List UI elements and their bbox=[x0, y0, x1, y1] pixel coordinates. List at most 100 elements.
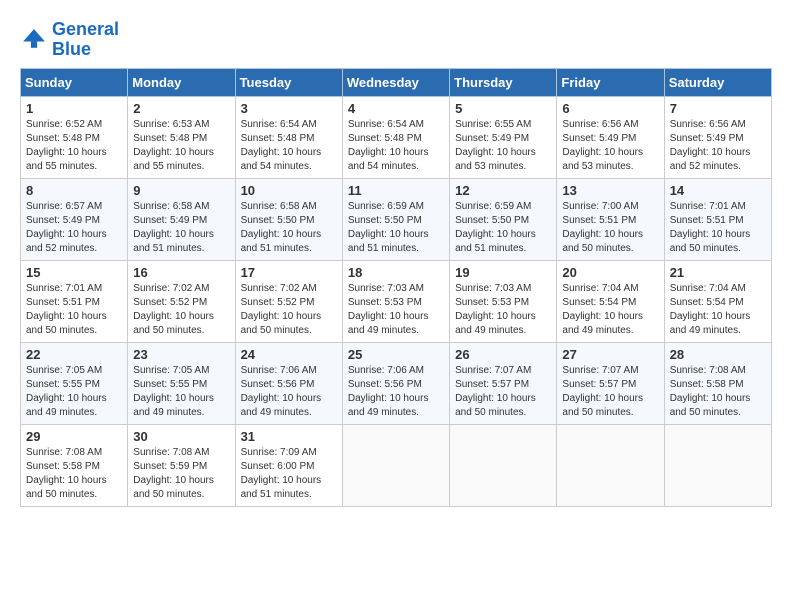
calendar-day-cell: 28 Sunrise: 7:08 AM Sunset: 5:58 PM Dayl… bbox=[664, 342, 771, 424]
logo-icon bbox=[20, 26, 48, 54]
day-number: 10 bbox=[241, 183, 337, 198]
day-number: 6 bbox=[562, 101, 658, 116]
calendar-day-cell: 2 Sunrise: 6:53 AM Sunset: 5:48 PM Dayli… bbox=[128, 96, 235, 178]
calendar-day-cell: 17 Sunrise: 7:02 AM Sunset: 5:52 PM Dayl… bbox=[235, 260, 342, 342]
calendar-day-cell: 3 Sunrise: 6:54 AM Sunset: 5:48 PM Dayli… bbox=[235, 96, 342, 178]
day-info: Sunrise: 6:57 AM Sunset: 5:49 PM Dayligh… bbox=[26, 200, 122, 256]
day-info: Sunrise: 7:02 AM Sunset: 5:52 PM Dayligh… bbox=[133, 282, 229, 338]
day-info: Sunrise: 7:06 AM Sunset: 5:56 PM Dayligh… bbox=[348, 364, 444, 420]
calendar-day-cell bbox=[557, 424, 664, 506]
page-header: General Blue bbox=[20, 20, 772, 60]
day-info: Sunrise: 7:07 AM Sunset: 5:57 PM Dayligh… bbox=[562, 364, 658, 420]
day-info: Sunrise: 7:08 AM Sunset: 5:59 PM Dayligh… bbox=[133, 446, 229, 502]
day-info: Sunrise: 7:08 AM Sunset: 5:58 PM Dayligh… bbox=[670, 364, 766, 420]
calendar-day-cell: 8 Sunrise: 6:57 AM Sunset: 5:49 PM Dayli… bbox=[21, 178, 128, 260]
weekday-header: Monday bbox=[128, 68, 235, 96]
calendar-day-cell: 4 Sunrise: 6:54 AM Sunset: 5:48 PM Dayli… bbox=[342, 96, 449, 178]
calendar-day-cell: 23 Sunrise: 7:05 AM Sunset: 5:55 PM Dayl… bbox=[128, 342, 235, 424]
day-number: 15 bbox=[26, 265, 122, 280]
day-number: 20 bbox=[562, 265, 658, 280]
calendar-day-cell: 26 Sunrise: 7:07 AM Sunset: 5:57 PM Dayl… bbox=[450, 342, 557, 424]
day-number: 7 bbox=[670, 101, 766, 116]
weekday-header-row: SundayMondayTuesdayWednesdayThursdayFrid… bbox=[21, 68, 772, 96]
day-number: 27 bbox=[562, 347, 658, 362]
day-info: Sunrise: 6:55 AM Sunset: 5:49 PM Dayligh… bbox=[455, 118, 551, 174]
day-number: 25 bbox=[348, 347, 444, 362]
weekday-header: Saturday bbox=[664, 68, 771, 96]
calendar-day-cell: 21 Sunrise: 7:04 AM Sunset: 5:54 PM Dayl… bbox=[664, 260, 771, 342]
calendar-week-row: 29 Sunrise: 7:08 AM Sunset: 5:58 PM Dayl… bbox=[21, 424, 772, 506]
calendar-week-row: 8 Sunrise: 6:57 AM Sunset: 5:49 PM Dayli… bbox=[21, 178, 772, 260]
day-number: 4 bbox=[348, 101, 444, 116]
calendar-day-cell: 15 Sunrise: 7:01 AM Sunset: 5:51 PM Dayl… bbox=[21, 260, 128, 342]
calendar-table: SundayMondayTuesdayWednesdayThursdayFrid… bbox=[20, 68, 772, 507]
calendar-day-cell: 31 Sunrise: 7:09 AM Sunset: 6:00 PM Dayl… bbox=[235, 424, 342, 506]
day-number: 11 bbox=[348, 183, 444, 198]
day-number: 18 bbox=[348, 265, 444, 280]
day-number: 28 bbox=[670, 347, 766, 362]
day-info: Sunrise: 7:04 AM Sunset: 5:54 PM Dayligh… bbox=[670, 282, 766, 338]
calendar-day-cell: 16 Sunrise: 7:02 AM Sunset: 5:52 PM Dayl… bbox=[128, 260, 235, 342]
day-number: 3 bbox=[241, 101, 337, 116]
day-number: 30 bbox=[133, 429, 229, 444]
day-info: Sunrise: 7:04 AM Sunset: 5:54 PM Dayligh… bbox=[562, 282, 658, 338]
logo-text: General Blue bbox=[52, 20, 119, 60]
calendar-day-cell: 12 Sunrise: 6:59 AM Sunset: 5:50 PM Dayl… bbox=[450, 178, 557, 260]
day-info: Sunrise: 6:58 AM Sunset: 5:49 PM Dayligh… bbox=[133, 200, 229, 256]
calendar-day-cell: 5 Sunrise: 6:55 AM Sunset: 5:49 PM Dayli… bbox=[450, 96, 557, 178]
day-number: 1 bbox=[26, 101, 122, 116]
day-info: Sunrise: 6:52 AM Sunset: 5:48 PM Dayligh… bbox=[26, 118, 122, 174]
day-info: Sunrise: 7:05 AM Sunset: 5:55 PM Dayligh… bbox=[133, 364, 229, 420]
day-number: 8 bbox=[26, 183, 122, 198]
day-info: Sunrise: 7:02 AM Sunset: 5:52 PM Dayligh… bbox=[241, 282, 337, 338]
calendar-day-cell: 24 Sunrise: 7:06 AM Sunset: 5:56 PM Dayl… bbox=[235, 342, 342, 424]
calendar-day-cell bbox=[450, 424, 557, 506]
day-number: 16 bbox=[133, 265, 229, 280]
calendar-day-cell: 9 Sunrise: 6:58 AM Sunset: 5:49 PM Dayli… bbox=[128, 178, 235, 260]
logo: General Blue bbox=[20, 20, 119, 60]
calendar-day-cell bbox=[664, 424, 771, 506]
day-number: 13 bbox=[562, 183, 658, 198]
day-info: Sunrise: 7:01 AM Sunset: 5:51 PM Dayligh… bbox=[26, 282, 122, 338]
day-number: 31 bbox=[241, 429, 337, 444]
day-number: 23 bbox=[133, 347, 229, 362]
day-info: Sunrise: 6:53 AM Sunset: 5:48 PM Dayligh… bbox=[133, 118, 229, 174]
calendar-day-cell: 25 Sunrise: 7:06 AM Sunset: 5:56 PM Dayl… bbox=[342, 342, 449, 424]
day-number: 29 bbox=[26, 429, 122, 444]
calendar-day-cell: 29 Sunrise: 7:08 AM Sunset: 5:58 PM Dayl… bbox=[21, 424, 128, 506]
day-info: Sunrise: 6:54 AM Sunset: 5:48 PM Dayligh… bbox=[348, 118, 444, 174]
weekday-header: Thursday bbox=[450, 68, 557, 96]
calendar-day-cell bbox=[342, 424, 449, 506]
day-number: 2 bbox=[133, 101, 229, 116]
day-info: Sunrise: 6:59 AM Sunset: 5:50 PM Dayligh… bbox=[348, 200, 444, 256]
day-info: Sunrise: 7:03 AM Sunset: 5:53 PM Dayligh… bbox=[455, 282, 551, 338]
day-info: Sunrise: 7:08 AM Sunset: 5:58 PM Dayligh… bbox=[26, 446, 122, 502]
calendar-week-row: 22 Sunrise: 7:05 AM Sunset: 5:55 PM Dayl… bbox=[21, 342, 772, 424]
calendar-week-row: 1 Sunrise: 6:52 AM Sunset: 5:48 PM Dayli… bbox=[21, 96, 772, 178]
day-info: Sunrise: 6:56 AM Sunset: 5:49 PM Dayligh… bbox=[562, 118, 658, 174]
day-number: 9 bbox=[133, 183, 229, 198]
day-number: 14 bbox=[670, 183, 766, 198]
day-number: 24 bbox=[241, 347, 337, 362]
calendar-day-cell: 13 Sunrise: 7:00 AM Sunset: 5:51 PM Dayl… bbox=[557, 178, 664, 260]
weekday-header: Friday bbox=[557, 68, 664, 96]
day-info: Sunrise: 6:54 AM Sunset: 5:48 PM Dayligh… bbox=[241, 118, 337, 174]
calendar-day-cell: 11 Sunrise: 6:59 AM Sunset: 5:50 PM Dayl… bbox=[342, 178, 449, 260]
day-number: 12 bbox=[455, 183, 551, 198]
calendar-day-cell: 18 Sunrise: 7:03 AM Sunset: 5:53 PM Dayl… bbox=[342, 260, 449, 342]
calendar-day-cell: 10 Sunrise: 6:58 AM Sunset: 5:50 PM Dayl… bbox=[235, 178, 342, 260]
day-info: Sunrise: 6:56 AM Sunset: 5:49 PM Dayligh… bbox=[670, 118, 766, 174]
day-number: 19 bbox=[455, 265, 551, 280]
day-number: 17 bbox=[241, 265, 337, 280]
day-number: 26 bbox=[455, 347, 551, 362]
weekday-header: Tuesday bbox=[235, 68, 342, 96]
calendar-day-cell: 6 Sunrise: 6:56 AM Sunset: 5:49 PM Dayli… bbox=[557, 96, 664, 178]
day-info: Sunrise: 6:59 AM Sunset: 5:50 PM Dayligh… bbox=[455, 200, 551, 256]
calendar-day-cell: 14 Sunrise: 7:01 AM Sunset: 5:51 PM Dayl… bbox=[664, 178, 771, 260]
weekday-header: Wednesday bbox=[342, 68, 449, 96]
day-number: 21 bbox=[670, 265, 766, 280]
day-info: Sunrise: 7:07 AM Sunset: 5:57 PM Dayligh… bbox=[455, 364, 551, 420]
day-info: Sunrise: 7:09 AM Sunset: 6:00 PM Dayligh… bbox=[241, 446, 337, 502]
day-info: Sunrise: 7:05 AM Sunset: 5:55 PM Dayligh… bbox=[26, 364, 122, 420]
calendar-day-cell: 27 Sunrise: 7:07 AM Sunset: 5:57 PM Dayl… bbox=[557, 342, 664, 424]
